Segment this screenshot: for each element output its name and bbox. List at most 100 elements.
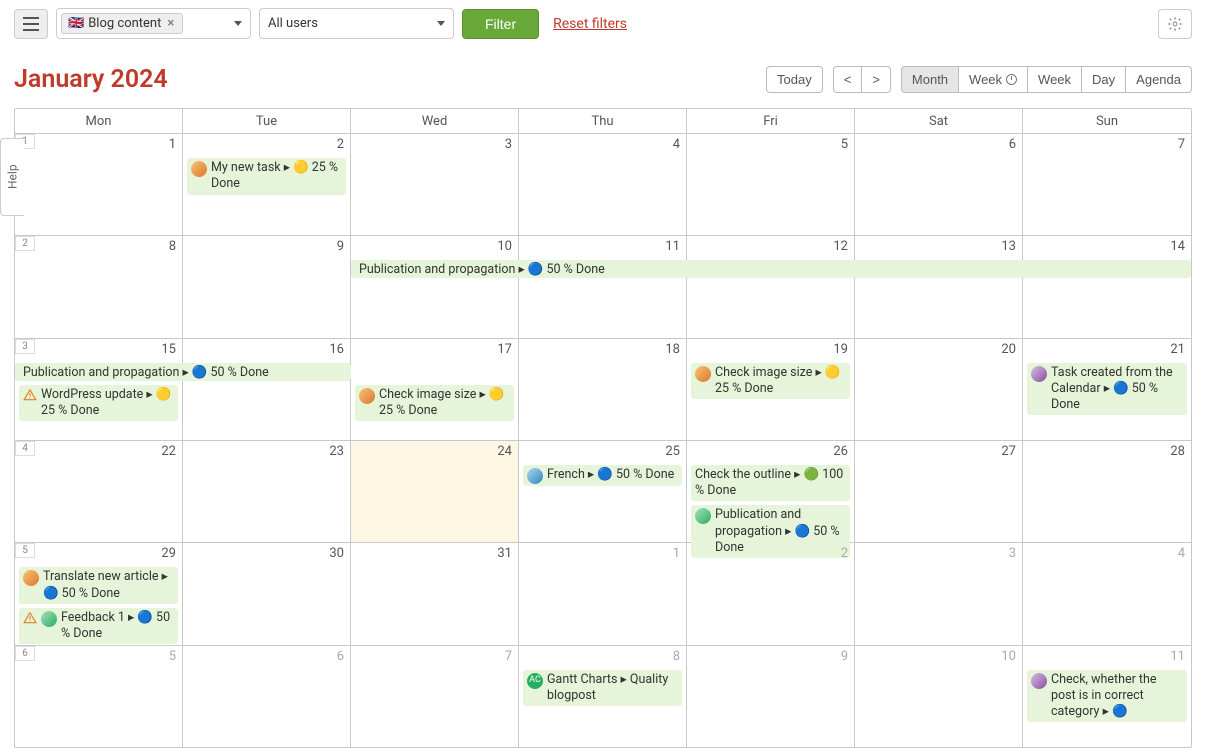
day-cell[interactable]: 65 (15, 646, 183, 747)
calendar-event[interactable]: Feedback 1 ▸ 🔵 50 % Done (19, 608, 178, 645)
day-cell[interactable]: 17Check image size ▸ 🟡 25 % Done (351, 339, 519, 440)
view-week-button[interactable]: Week (1027, 66, 1082, 93)
day-number: 13 (1001, 239, 1016, 254)
event-label: Check, whether the post is in correct ca… (1051, 672, 1183, 721)
day-cell[interactable]: 529Translate new article ▸ 🔵 50 % DoneFe… (15, 543, 183, 644)
day-number: 26 (833, 444, 848, 459)
calendar-event[interactable]: WordPress update ▸ 🟡 25 % Done (19, 385, 178, 422)
day-cell[interactable]: 7 (1023, 134, 1191, 235)
day-cell[interactable]: 4 (519, 134, 687, 235)
day-cell[interactable]: 422 (15, 441, 183, 542)
calendar-event[interactable]: French ▸ 🔵 50 % Done (523, 465, 682, 486)
day-cell[interactable]: 9 (687, 646, 855, 747)
day-cell[interactable]: 4 (1023, 543, 1191, 644)
day-cell[interactable]: 11 (519, 236, 687, 337)
day-cell[interactable]: 28 (1023, 441, 1191, 542)
day-cell[interactable]: 27 (855, 441, 1023, 542)
day-cell[interactable]: 24 (351, 441, 519, 542)
day-cell[interactable]: 14 (1023, 236, 1191, 337)
avatar (527, 468, 543, 484)
next-button[interactable]: > (861, 66, 891, 93)
day-cell[interactable]: 21 Task created from the Calendar ▸ 🔵 50 … (1023, 339, 1191, 440)
view-month-button[interactable]: Month (901, 66, 959, 93)
day-cell[interactable]: 10 (351, 236, 519, 337)
calendar-event[interactable]: Task created from the Calendar ▸ 🔵 50 % … (1027, 363, 1187, 416)
day-cell[interactable]: 30 (183, 543, 351, 644)
day-cell[interactable]: 16 (183, 339, 351, 440)
reset-filters-link[interactable]: Reset filters (553, 16, 627, 32)
day-cell[interactable]: 3 (351, 134, 519, 235)
week-row: Publication and propagation ▸ 🔵 50 % Don… (15, 339, 1191, 441)
settings-button[interactable] (1158, 9, 1192, 39)
day-cell[interactable]: 2 (687, 543, 855, 644)
event-label: Publication and propagation ▸ 🔵 50 % Don… (23, 364, 269, 380)
day-cell[interactable]: 31 (351, 543, 519, 644)
calendar-event[interactable]: Check image size ▸ 🟡 25 % Done (355, 385, 514, 422)
warning-icon (23, 611, 37, 625)
day-cell[interactable]: 19Check image size ▸ 🟡 25 % Done (687, 339, 855, 440)
day-cell[interactable]: 6 (183, 646, 351, 747)
calendar-event[interactable]: Publication and propagation ▸ 🔵 50 % Don… (15, 363, 351, 381)
view-agenda-button[interactable]: Agenda (1125, 66, 1192, 93)
day-cell[interactable]: 3 (855, 543, 1023, 644)
weeks-container: 112My new task ▸ 🟡 25 % Done34567Publica… (15, 134, 1191, 747)
day-cell[interactable]: 11Check, whether the post is in correct … (1023, 646, 1191, 747)
day-number: 5 (841, 137, 848, 152)
day-cell[interactable]: 315WordPress update ▸ 🟡 25 % Done (15, 339, 183, 440)
day-number: 2 (841, 546, 848, 561)
day-cell[interactable]: 8ACGantt Charts ▸ Quality blogpost (519, 646, 687, 747)
day-cell[interactable]: 23 (183, 441, 351, 542)
day-cell[interactable]: 9 (183, 236, 351, 337)
event-label: Publication and propagation ▸ 🔵 50 % Don… (359, 261, 605, 277)
calendar-event[interactable]: Check the outline ▸ 🟢 100 % Done (691, 465, 850, 502)
help-tab[interactable]: Help (0, 138, 24, 216)
day-cell[interactable]: 26Check the outline ▸ 🟢 100 % DonePublic… (687, 441, 855, 542)
calendar-event[interactable]: My new task ▸ 🟡 25 % Done (187, 158, 346, 195)
day-header: Tue (183, 109, 351, 133)
filter-button[interactable]: Filter (462, 9, 539, 39)
calendar-event[interactable]: Publication and propagation ▸ 🔵 50 % Don… (351, 260, 1191, 278)
day-number: 4 (1178, 546, 1185, 561)
hamburger-menu-button[interactable] (14, 9, 48, 39)
day-cell[interactable]: 10 (855, 646, 1023, 747)
day-number: 24 (497, 444, 512, 459)
day-header: Wed (351, 109, 519, 133)
day-cell[interactable]: 18 (519, 339, 687, 440)
week-number: 3 (15, 339, 35, 354)
day-header: Sun (1023, 109, 1191, 133)
day-number: 20 (1001, 342, 1016, 357)
chevron-down-icon (437, 21, 445, 26)
avatar (695, 508, 711, 524)
day-number: 30 (329, 546, 344, 561)
today-button[interactable]: Today (766, 66, 823, 93)
day-cell[interactable]: 5 (687, 134, 855, 235)
calendar-controls: Today < > Month Week Week Day Agenda (766, 66, 1192, 93)
view-week-clock-button[interactable]: Week (958, 66, 1028, 93)
project-filter-select[interactable]: 🇬🇧 Blog content × (56, 8, 251, 39)
day-number: 7 (505, 649, 512, 664)
day-cell[interactable]: 12 (687, 236, 855, 337)
day-number: 8 (169, 239, 176, 254)
day-number: 21 (1170, 342, 1185, 357)
day-cell[interactable]: 28 (15, 236, 183, 337)
calendar-event[interactable]: Translate new article ▸ 🔵 50 % Done (19, 567, 178, 604)
day-cell[interactable]: 25French ▸ 🔵 50 % Done (519, 441, 687, 542)
day-number: 6 (337, 649, 344, 664)
filter-chip-remove[interactable]: × (165, 16, 176, 31)
day-cell[interactable]: 2My new task ▸ 🟡 25 % Done (183, 134, 351, 235)
day-header: Mon (15, 109, 183, 133)
users-filter-select[interactable]: All users (259, 8, 454, 39)
day-cell[interactable]: 1 (519, 543, 687, 644)
day-cell[interactable]: 11 (15, 134, 183, 235)
day-cell[interactable]: 20 (855, 339, 1023, 440)
prev-button[interactable]: < (833, 66, 863, 93)
day-cell[interactable]: 6 (855, 134, 1023, 235)
calendar-event[interactable]: ACGantt Charts ▸ Quality blogpost (523, 670, 682, 707)
calendar-event[interactable]: Check, whether the post is in correct ca… (1027, 670, 1187, 723)
day-cell[interactable]: 13 (855, 236, 1023, 337)
week-row: Publication and propagation ▸ 🔵 50 % Don… (15, 236, 1191, 338)
calendar-event[interactable]: Check image size ▸ 🟡 25 % Done (691, 363, 850, 400)
day-number: 11 (665, 239, 680, 254)
day-cell[interactable]: 7 (351, 646, 519, 747)
view-day-button[interactable]: Day (1081, 66, 1126, 93)
